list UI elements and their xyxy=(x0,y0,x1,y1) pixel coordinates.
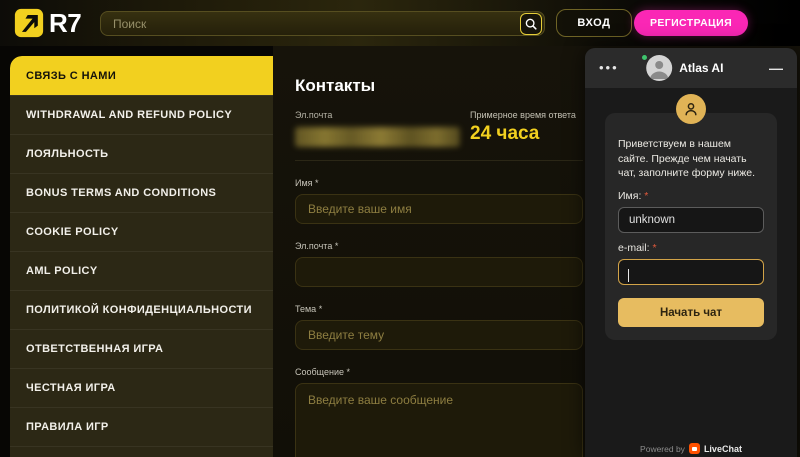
response-time-label: Примерное время ответа xyxy=(470,110,576,120)
sidebar-item-loyalty[interactable]: ЛОЯЛЬНОСТЬ xyxy=(10,134,273,173)
start-chat-button[interactable]: Начать чат xyxy=(618,298,764,328)
sidebar-item-withdrawal-policy[interactable]: WITHDRAWAL AND REFUND POLICY xyxy=(10,95,273,134)
top-bar: R7 ВХОД РЕГИСТРАЦИЯ xyxy=(0,0,800,46)
email-field[interactable] xyxy=(295,257,583,287)
name-field[interactable] xyxy=(295,194,583,224)
sidebar-item-privacy-policy[interactable]: ПОЛИТИКОЙ КОНФИДЕНЦИАЛЬНОСТИ xyxy=(10,290,273,329)
chat-name-input[interactable] xyxy=(618,207,764,234)
chat-email-label-text: e-mail: xyxy=(618,242,650,255)
text-caret xyxy=(628,269,629,283)
register-button[interactable]: РЕГИСТРАЦИЯ xyxy=(634,10,748,36)
sidebar-item-contact[interactable]: СВЯЗЬ С НАМИ xyxy=(10,56,273,95)
required-asterisk: * xyxy=(652,242,657,255)
agent-avatar xyxy=(646,55,673,81)
chat-prechat-card: Приветствуем в нашем сайте. Прежде чем н… xyxy=(605,113,777,341)
message-field[interactable] xyxy=(295,383,583,457)
chat-email-input[interactable] xyxy=(618,259,764,286)
contact-email-label: Эл.почта xyxy=(295,110,333,120)
contact-info-row: Эл.почта Примерное время ответа 24 часа xyxy=(295,110,583,147)
search-input[interactable] xyxy=(100,11,545,36)
chat-menu-icon[interactable]: ••• xyxy=(599,61,619,74)
chat-email-label: e-mail: * xyxy=(618,242,764,254)
sidebar-item-game-rules[interactable]: ПРАВИЛА ИГР xyxy=(10,407,273,446)
search-button[interactable] xyxy=(520,12,542,35)
subject-field[interactable] xyxy=(295,320,583,350)
sidebar-item-fair-play[interactable]: ЧЕСТНАЯ ИГРА xyxy=(10,368,273,407)
chat-footer: Powered by LiveChat xyxy=(585,443,797,454)
required-asterisk: * xyxy=(644,190,649,203)
divider xyxy=(295,160,583,161)
sidebar-item-partial[interactable] xyxy=(10,446,273,457)
search-bar xyxy=(100,11,545,36)
response-time-value: 24 часа xyxy=(470,123,540,144)
sidebar-item-cookie-policy[interactable]: COOKIE POLICY xyxy=(10,212,273,251)
login-button[interactable]: ВХОД xyxy=(556,9,632,37)
chat-agent-name: Atlas AI xyxy=(679,61,724,75)
chat-name-label: Имя: * xyxy=(618,190,764,202)
powered-by-label: Powered by xyxy=(640,443,685,454)
chat-widget: ••• Atlas AI — Приветствуем в нашем сайт… xyxy=(585,48,797,457)
logo[interactable]: R7 xyxy=(14,7,82,39)
chat-header: ••• Atlas AI — xyxy=(585,48,797,88)
minimize-icon[interactable]: — xyxy=(769,61,783,75)
contact-email-redacted xyxy=(295,127,460,147)
r7-logo-icon xyxy=(14,8,44,38)
livechat-icon xyxy=(688,443,700,454)
chat-welcome-text: Приветствуем в нашем сайте. Прежде чем н… xyxy=(618,138,756,180)
chat-form-avatar-icon xyxy=(676,94,706,124)
livechat-brand[interactable]: LiveChat xyxy=(704,444,742,454)
sidebar-item-bonus-terms[interactable]: BONUS TERMS AND CONDITIONS xyxy=(10,173,273,212)
sidebar-item-aml-policy[interactable]: AML POLICY xyxy=(10,251,273,290)
chat-title-group: Atlas AI xyxy=(646,55,723,81)
online-status-dot xyxy=(641,54,648,61)
chat-name-label-text: Имя: xyxy=(618,190,642,203)
logo-text: R7 xyxy=(49,7,82,38)
search-icon xyxy=(525,18,537,30)
sidebar: СВЯЗЬ С НАМИ WITHDRAWAL AND REFUND POLIC… xyxy=(10,56,273,457)
sidebar-item-responsible-gaming[interactable]: ОТВЕТСТВЕННАЯ ИГРА xyxy=(10,329,273,368)
